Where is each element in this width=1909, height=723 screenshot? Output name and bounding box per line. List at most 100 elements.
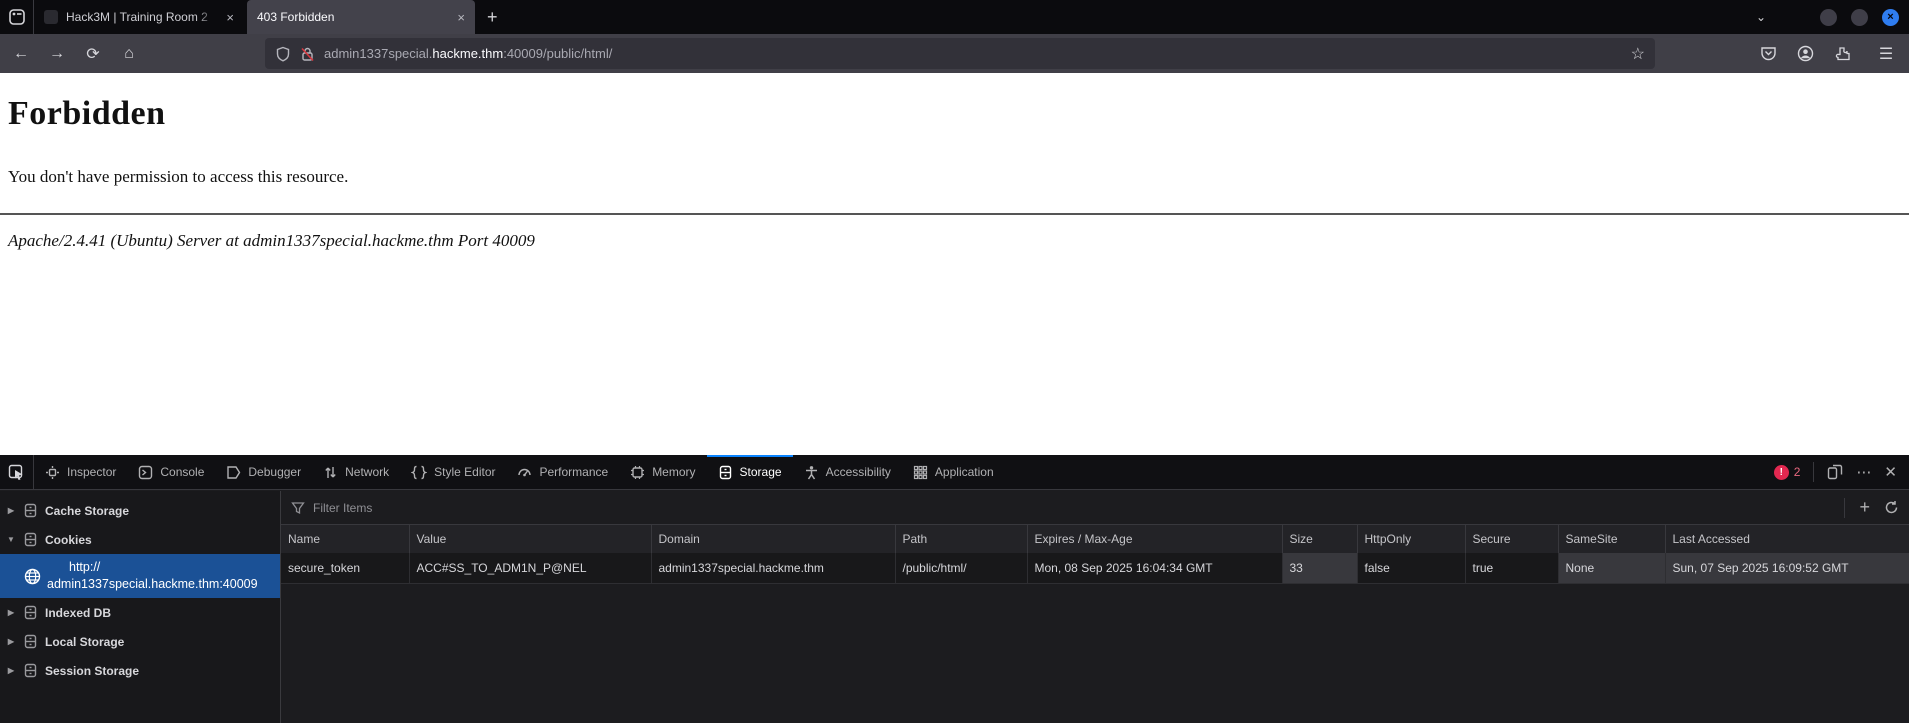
minimize-button[interactable] — [1820, 9, 1837, 26]
cookies-table: Name Value Domain Path Expires / Max-Age… — [281, 525, 1909, 584]
sidebar-item-local-storage[interactable]: ▶ Local Storage — [0, 627, 280, 656]
maximize-button[interactable] — [1851, 9, 1868, 26]
console-icon — [138, 465, 153, 480]
tab-storage[interactable]: Storage — [707, 455, 793, 489]
responsive-design-mode-button[interactable] — [1827, 464, 1843, 480]
performance-icon — [517, 465, 532, 480]
new-tab-button[interactable]: + — [487, 7, 498, 28]
column-header-last-accessed[interactable]: Last Accessed — [1665, 525, 1909, 553]
column-header-name[interactable]: Name — [281, 525, 409, 553]
pocket-icon[interactable] — [1760, 45, 1777, 62]
refresh-items-button[interactable] — [1884, 500, 1899, 515]
responsive-design-icon — [1827, 464, 1843, 480]
cookie-row-secure-token[interactable]: secure_token ACC#SS_TO_ADM1N_P@NEL admin… — [281, 553, 1909, 583]
account-icon[interactable] — [1797, 45, 1814, 62]
add-item-button[interactable]: + — [1859, 497, 1870, 518]
home-button[interactable]: ⌂ — [114, 39, 144, 69]
tab-style-editor[interactable]: Style Editor — [400, 455, 506, 489]
column-header-httponly[interactable]: HttpOnly — [1357, 525, 1465, 553]
pick-element-button[interactable] — [0, 455, 34, 489]
tab-label: Performance — [539, 465, 608, 479]
tab-bar: Hack3M | Training Room 2 × 403 Forbidden… — [0, 0, 1909, 34]
insecure-lock-icon[interactable] — [300, 46, 315, 62]
storage-drawer-icon — [23, 634, 38, 649]
firefox-view-button[interactable] — [0, 0, 34, 34]
column-header-domain[interactable]: Domain — [651, 525, 895, 553]
column-header-expires[interactable]: Expires / Max-Age — [1027, 525, 1282, 553]
sidebar-item-label: Cache Storage — [45, 504, 129, 518]
expanded-triangle-icon[interactable]: ▼ — [6, 535, 16, 544]
extensions-puzzle-icon[interactable] — [1834, 45, 1851, 62]
filter-items-input[interactable]: Filter Items — [313, 501, 1836, 515]
reload-button[interactable]: ⟳ — [78, 39, 108, 69]
tab-inspector[interactable]: Inspector — [34, 455, 127, 489]
list-all-tabs-chevron-icon[interactable]: ⌄ — [1756, 10, 1766, 24]
tab-label: Network — [345, 465, 389, 479]
cell-secure[interactable]: true — [1465, 553, 1558, 583]
error-message: You don't have permission to access this… — [8, 167, 1901, 187]
back-button[interactable]: ← — [6, 39, 36, 69]
devtools-panel: Inspector Console Debugger — [0, 455, 1909, 723]
column-header-samesite[interactable]: SameSite — [1558, 525, 1665, 553]
sidebar-item-cookie-host-selected[interactable]: http:// admin1337special.hackme.thm:4000… — [0, 554, 280, 598]
close-window-button[interactable]: × — [1882, 9, 1899, 26]
tab-label: Storage — [740, 465, 782, 479]
collapsed-triangle-icon[interactable]: ▶ — [6, 666, 16, 675]
storage-drawer-icon — [23, 503, 38, 518]
divider — [0, 213, 1909, 215]
sidebar-item-label: Session Storage — [45, 664, 139, 678]
tab-close-icon[interactable]: × — [457, 11, 465, 24]
devtools-body: ▶ Cache Storage ▼ Cookies — [0, 491, 1909, 723]
tab-accessibility[interactable]: Accessibility — [793, 455, 902, 489]
tab-label: Memory — [652, 465, 695, 479]
tab-close-icon[interactable]: × — [226, 11, 234, 24]
cell-value[interactable]: ACC#SS_TO_ADM1N_P@NEL — [409, 553, 651, 583]
collapsed-triangle-icon[interactable]: ▶ — [6, 506, 16, 515]
shield-icon[interactable] — [275, 46, 291, 62]
tab-network[interactable]: Network — [312, 455, 400, 489]
filter-bar: Filter Items + — [281, 491, 1909, 525]
column-header-value[interactable]: Value — [409, 525, 651, 553]
column-header-size[interactable]: Size — [1282, 525, 1357, 553]
globe-icon — [24, 568, 41, 585]
sidebar-item-indexed-db[interactable]: ▶ Indexed DB — [0, 598, 280, 627]
cell-domain[interactable]: admin1337special.hackme.thm — [651, 553, 895, 583]
sidebar-item-cache-storage[interactable]: ▶ Cache Storage — [0, 496, 280, 525]
cell-samesite[interactable]: None — [1558, 553, 1665, 583]
cell-size[interactable]: 33 — [1282, 553, 1357, 583]
cell-name[interactable]: secure_token — [281, 553, 409, 583]
toolbar-separator — [1844, 498, 1845, 518]
column-header-path[interactable]: Path — [895, 525, 1027, 553]
tab-403-forbidden[interactable]: 403 Forbidden × — [247, 0, 475, 34]
collapsed-triangle-icon[interactable]: ▶ — [6, 637, 16, 646]
url-bar[interactable]: admin1337special.hackme.thm:40009/public… — [265, 38, 1655, 69]
devtools-more-menu-button[interactable]: ⋯ — [1856, 463, 1871, 481]
tab-debugger[interactable]: Debugger — [215, 455, 312, 489]
devtools-close-button[interactable]: ✕ — [1884, 463, 1897, 481]
sidebar-item-cookies[interactable]: ▼ Cookies — [0, 525, 280, 554]
tab-memory[interactable]: Memory — [619, 455, 706, 489]
column-header-secure[interactable]: Secure — [1465, 525, 1558, 553]
url-text[interactable]: admin1337special.hackme.thm:40009/public… — [324, 46, 1622, 61]
inspector-icon — [45, 465, 60, 480]
tab-performance[interactable]: Performance — [506, 455, 619, 489]
application-icon — [913, 465, 928, 480]
collapsed-triangle-icon[interactable]: ▶ — [6, 608, 16, 617]
accessibility-icon — [804, 465, 819, 480]
tab-application[interactable]: Application — [902, 455, 1005, 489]
cell-last-accessed[interactable]: Sun, 07 Sep 2025 16:09:52 GMT — [1665, 553, 1909, 583]
toolbar-separator — [1813, 462, 1814, 482]
menu-hamburger-icon[interactable]: ☰ — [1871, 39, 1901, 69]
bookmark-star-icon[interactable]: ☆ — [1631, 44, 1645, 64]
tab-title: 403 Forbidden — [257, 10, 449, 24]
forward-button[interactable]: → — [42, 39, 72, 69]
cell-path[interactable]: /public/html/ — [895, 553, 1027, 583]
tab-console[interactable]: Console — [127, 455, 215, 489]
error-badge[interactable]: ! 2 — [1774, 465, 1801, 480]
cell-expires[interactable]: Mon, 08 Sep 2025 16:04:34 GMT — [1027, 553, 1282, 583]
tab-hack3m[interactable]: Hack3M | Training Room 2 × — [34, 0, 244, 34]
sidebar-item-session-storage[interactable]: ▶ Session Storage — [0, 656, 280, 685]
cell-httponly[interactable]: false — [1357, 553, 1465, 583]
error-icon: ! — [1774, 465, 1789, 480]
devtools-toolbar: Inspector Console Debugger — [0, 455, 1909, 490]
